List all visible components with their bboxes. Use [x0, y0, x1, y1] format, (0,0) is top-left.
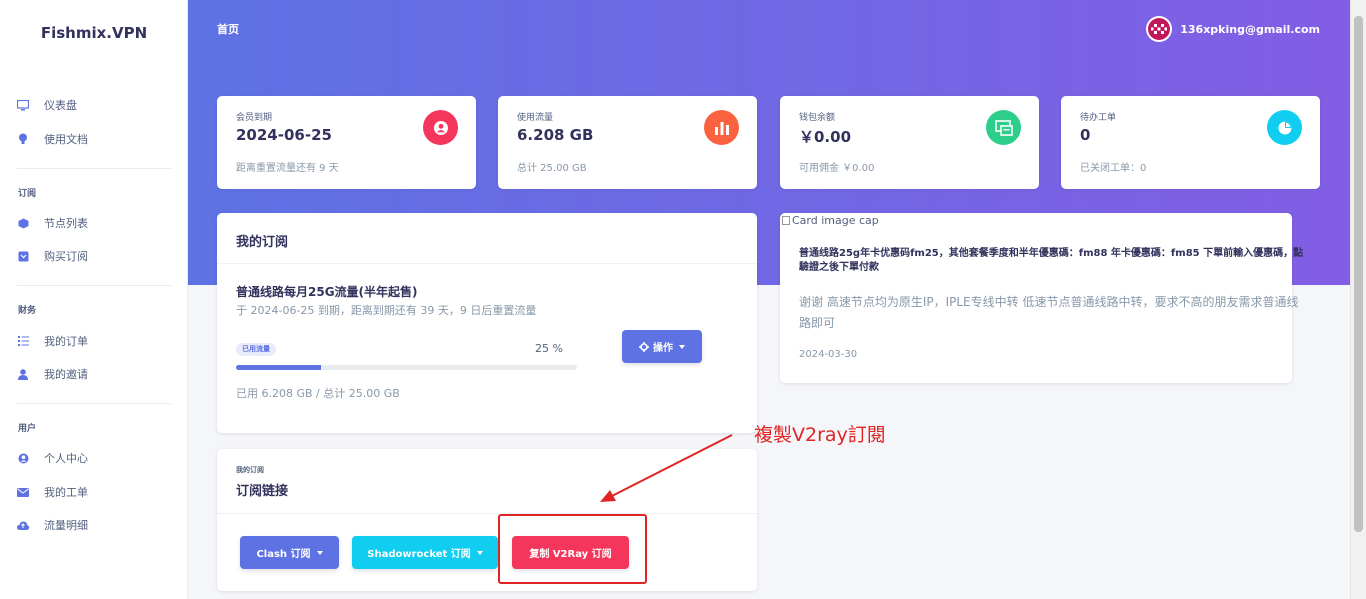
- stat-label: 会员到期: [236, 113, 273, 123]
- sidebar-item-docs[interactable]: 使用文档: [17, 128, 88, 150]
- user-menu[interactable]: 136xpking@gmail.com: [1146, 16, 1320, 42]
- annotation-highlight-box: [498, 514, 647, 584]
- pie-chart-icon: [1267, 110, 1302, 145]
- usage-badge: 已用流量: [236, 343, 276, 356]
- announcement-body: 谢谢 高速节点均为原生IP，IPLE专线中转 低速节点普通线路中转，要求不高的朋…: [799, 295, 1299, 330]
- stat-card-tickets: 待办工单 0 已关闭工单：0: [1061, 96, 1320, 189]
- button-label: Shadowrocket 订阅: [367, 549, 471, 560]
- sidebar-item-label: 个人中心: [44, 452, 88, 465]
- stat-card-traffic: 使用流量 6.208 GB 总计 25.00 GB: [498, 96, 757, 189]
- user-email: 136xpking@gmail.com: [1180, 22, 1320, 36]
- shadowrocket-subscribe-button[interactable]: Shadowrocket 订阅: [352, 536, 498, 569]
- sidebar-item-tickets[interactable]: 我的工单: [17, 481, 88, 503]
- sidebar-item-profile[interactable]: 个人中心: [17, 447, 88, 469]
- stat-sub: 距离重置流量还有 9 天: [236, 163, 339, 174]
- card-title: 订阅链接: [236, 484, 289, 499]
- sidebar-item-label: 购买订阅: [44, 250, 88, 263]
- cube-icon: [17, 217, 29, 229]
- bulb-icon: [17, 133, 29, 145]
- breadcrumb[interactable]: 首页: [217, 21, 239, 37]
- stat-value: 6.208 GB: [517, 126, 594, 144]
- stat-value: 0: [1080, 126, 1091, 144]
- chevron-down-icon: [679, 344, 685, 349]
- card-title: 我的订阅: [236, 235, 289, 250]
- money-icon: [986, 110, 1021, 145]
- stat-sub: 可用佣金 ￥0.00: [799, 163, 875, 174]
- sidebar: Fishmix.VPN 仪表盘 使用文档 订阅 节点列表 购买订阅 财务 我的订…: [0, 0, 188, 599]
- gear-icon: [639, 341, 649, 352]
- sidebar-item-invite[interactable]: 我的邀请: [17, 363, 88, 385]
- divider: [17, 285, 171, 286]
- stat-label: 使用流量: [517, 113, 554, 123]
- usage-percent: 25 %: [535, 342, 563, 355]
- monitor-icon: [17, 99, 29, 111]
- scrollbar[interactable]: [1350, 0, 1366, 599]
- stat-label: 待办工单: [1080, 113, 1117, 123]
- scrollbar-thumb[interactable]: [1354, 16, 1363, 532]
- sidebar-item-label: 仪表盘: [44, 99, 77, 112]
- sidebar-item-label: 我的邀请: [44, 368, 88, 381]
- usage-text: 已用 6.208 GB / 总计 25.00 GB: [236, 387, 400, 400]
- broken-image-icon: [782, 216, 790, 225]
- stat-sub: 已关闭工单：0: [1080, 163, 1147, 174]
- button-label: Clash 订阅: [256, 549, 311, 560]
- list-icon: [17, 335, 29, 347]
- clash-subscribe-button[interactable]: Clash 订阅: [240, 536, 339, 569]
- bar-chart-icon: [704, 110, 739, 145]
- sidebar-item-nodes[interactable]: 节点列表: [17, 212, 88, 234]
- nav-heading-finance: 财务: [18, 306, 37, 316]
- user-circle-icon: [17, 452, 29, 464]
- sidebar-item-orders[interactable]: 我的订单: [17, 330, 88, 352]
- stat-label: 钱包余额: [799, 113, 836, 123]
- cloud-icon: [17, 519, 29, 531]
- plan-description: 于 2024-06-25 到期，距离到期还有 39 天，9 日后重置流量: [236, 304, 537, 317]
- divider: [17, 168, 171, 169]
- card-header: [217, 213, 757, 264]
- card-image-alt: Card image cap: [792, 214, 879, 227]
- announcement-title: 普通线路25g年卡优惠码fm25，其他套餐季度和半年優惠碼：fm88 年卡優惠碼…: [799, 248, 1304, 273]
- stat-value: 2024-06-25: [236, 126, 332, 144]
- announcement-date: 2024-03-30: [799, 349, 858, 360]
- sidebar-item-label: 使用文档: [44, 133, 88, 146]
- cart-icon: [17, 250, 29, 262]
- brand-logo[interactable]: Fishmix.VPN: [0, 24, 188, 42]
- divider: [17, 403, 171, 404]
- mail-icon: [17, 486, 29, 498]
- sidebar-item-label: 我的工单: [44, 486, 88, 499]
- stat-card-wallet: 钱包余额 ￥0.00 可用佣金 ￥0.00: [780, 96, 1039, 189]
- action-button-label: 操作: [653, 343, 673, 354]
- chevron-down-icon: [476, 550, 483, 555]
- stat-card-membership: 会员到期 2024-06-25 距离重置流量还有 9 天: [217, 96, 476, 189]
- sidebar-item-dashboard[interactable]: 仪表盘: [17, 94, 77, 116]
- subscription-card: 我的订阅 普通线路每月25G流量(半年起售) 于 2024-06-25 到期，距…: [217, 213, 757, 433]
- card-subtitle: 我的订阅: [236, 466, 264, 474]
- user-circle-icon: [423, 110, 458, 145]
- annotation-arrow-icon: [600, 434, 733, 502]
- annotation-label: 複製V2ray訂閱: [754, 424, 886, 446]
- usage-progress-fill: [236, 365, 322, 370]
- stat-sub: 总计 25.00 GB: [517, 163, 587, 174]
- user-icon: [17, 368, 29, 380]
- stat-value: ￥0.00: [799, 128, 852, 146]
- sidebar-item-buy[interactable]: 购买订阅: [17, 245, 88, 267]
- sidebar-item-label: 节点列表: [44, 217, 88, 230]
- usage-progress-bar: [236, 365, 577, 370]
- avatar: [1146, 16, 1173, 42]
- action-button[interactable]: 操作: [622, 330, 702, 363]
- plan-name: 普通线路每月25G流量(半年起售): [236, 285, 418, 299]
- sidebar-item-label: 我的订单: [44, 335, 88, 348]
- nav-heading-subscription: 订阅: [18, 189, 37, 199]
- nav-heading-user: 用户: [18, 424, 37, 434]
- sidebar-item-traffic[interactable]: 流量明细: [17, 514, 88, 536]
- sidebar-item-label: 流量明细: [44, 519, 88, 532]
- card-image: Card image cap: [782, 214, 879, 227]
- chevron-down-icon: [316, 550, 323, 555]
